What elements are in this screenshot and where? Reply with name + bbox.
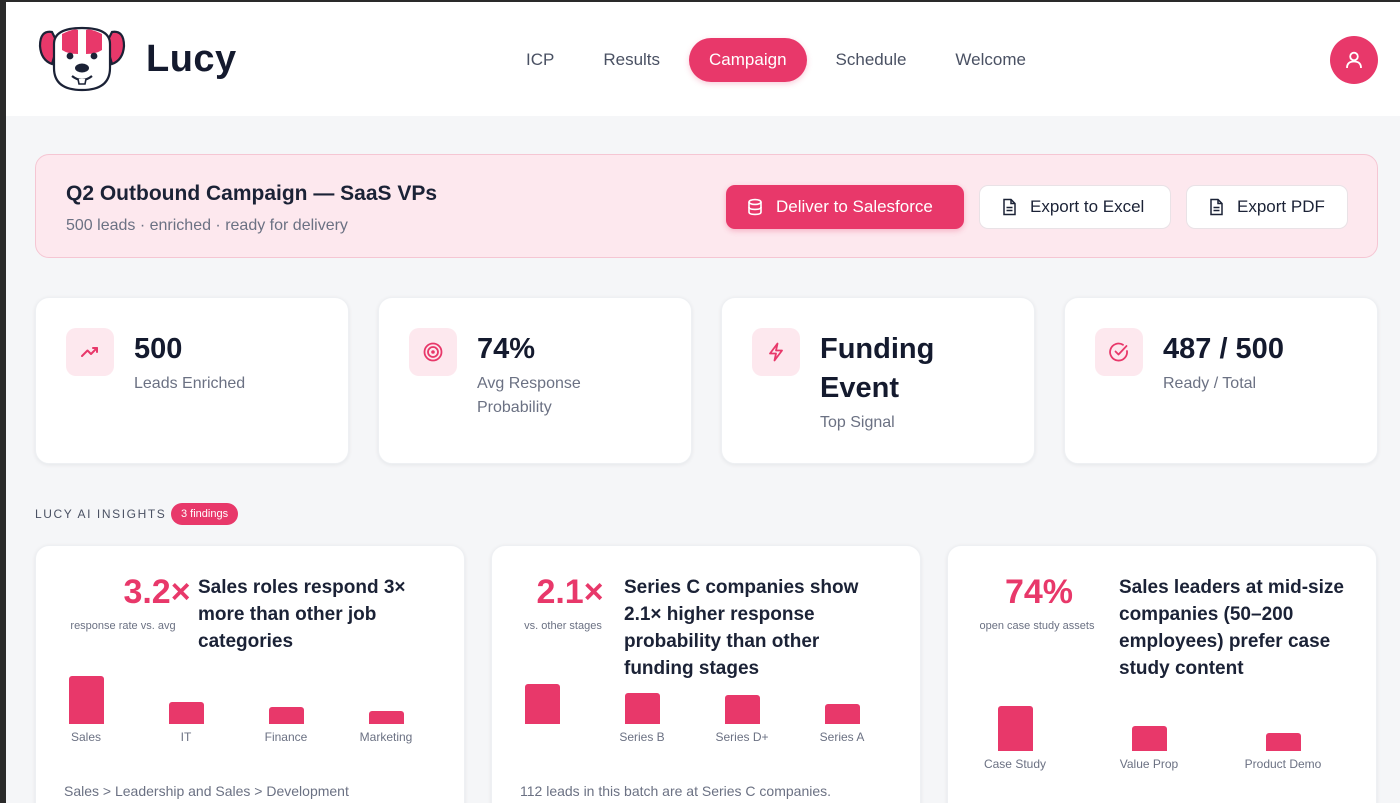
bar: [525, 684, 560, 724]
stat-value: 500: [134, 333, 183, 365]
bar: [825, 704, 860, 724]
bar-label: Product Demo: [1244, 757, 1322, 771]
user-avatar-button[interactable]: [1330, 36, 1378, 84]
campaign-banner: Q2 Outbound Campaign — SaaS VPs 500 lead…: [35, 154, 1378, 258]
top-navigation-bar: Lucy ICP Results Campaign Schedule Welco…: [6, 0, 1400, 116]
bar-label: Series D+: [715, 730, 769, 744]
bar-label: IT: [180, 730, 192, 744]
file-icon: [1207, 198, 1225, 216]
export-excel-button[interactable]: Export to Excel: [979, 185, 1171, 229]
file-icon: [1000, 198, 1018, 216]
bar-label: Case Study: [983, 757, 1047, 771]
insight-bar-chart: Series B Series D+ Series A: [492, 546, 922, 803]
bar: [269, 707, 304, 724]
bar: [725, 695, 760, 724]
deliver-label: Deliver to Salesforce: [776, 197, 933, 216]
bar-label: Sales: [70, 730, 102, 744]
stat-value: 74%: [477, 333, 536, 365]
check-circle-icon: [1095, 328, 1143, 376]
stat-value: 487 / 500: [1163, 333, 1284, 365]
trending-up-icon: [66, 328, 114, 376]
insight-card-funding-stage[interactable]: 2.1× vs. other stages Series C companies…: [491, 545, 921, 803]
stat-card-response-probability: 74% Avg Response Probability: [378, 297, 692, 464]
bar-label: Marketing: [359, 730, 413, 744]
bar: [1132, 726, 1167, 751]
bar-label: Value Prop: [1119, 757, 1179, 771]
campaign-subtitle: 500 leads · enriched · ready for deliver…: [66, 217, 348, 234]
stat-label: Avg Response Probability: [477, 375, 581, 416]
bar: [998, 706, 1033, 751]
findings-count-badge: 3 findings: [171, 503, 239, 525]
stat-card-ready-total: 487 / 500 Ready / Total: [1064, 297, 1378, 464]
tab-results[interactable]: Results: [583, 38, 680, 82]
app-name: Lucy: [146, 38, 237, 80]
insights-section-label: LUCY AI INSIGHTS: [35, 507, 167, 521]
bar: [369, 711, 404, 724]
stat-label: Leads Enriched: [134, 375, 246, 392]
stat-label: Top Signal: [820, 414, 895, 431]
database-icon: [746, 198, 764, 216]
export-excel-label: Export to Excel: [1030, 197, 1145, 216]
tab-icp[interactable]: ICP: [506, 38, 574, 82]
campaign-title: Q2 Outbound Campaign — SaaS VPs: [66, 182, 438, 205]
bar-label: Series A: [819, 730, 865, 744]
tab-campaign[interactable]: Campaign: [689, 38, 807, 82]
insight-card-content-preference[interactable]: 74% open case study assets Sales leaders…: [947, 545, 1377, 803]
bar-label: Series B: [619, 730, 665, 744]
lightning-icon: [752, 328, 800, 376]
deliver-to-salesforce-button[interactable]: Deliver to Salesforce: [726, 185, 964, 229]
insight-footnote: Sales > Leadership and Sales > Developme…: [64, 783, 349, 799]
stat-card-top-signal: Funding Event Top Signal: [721, 297, 1035, 464]
tab-schedule[interactable]: Schedule: [816, 38, 927, 82]
bar-label: Finance: [264, 730, 308, 744]
insight-bar-chart: Case Study Value Prop Product Demo: [948, 546, 1378, 803]
stat-label: Ready / Total: [1163, 375, 1257, 392]
tab-welcome[interactable]: Welcome: [935, 38, 1046, 82]
stat-card-leads-enriched: 500 Leads Enriched: [35, 297, 349, 464]
insight-card-job-roles[interactable]: 3.2× response rate vs. avg Sales roles r…: [35, 545, 465, 803]
target-icon: [409, 328, 457, 376]
bar: [69, 676, 104, 724]
insight-bar-chart: Sales IT Finance Marketing: [36, 546, 466, 803]
bar: [625, 693, 660, 724]
main-tabs: ICP Results Campaign Schedule Welcome: [506, 38, 1055, 82]
bar: [169, 702, 204, 724]
dog-logo-icon[interactable]: [38, 24, 126, 94]
window-edge: [0, 0, 6, 803]
stat-value: Funding Event: [820, 333, 935, 404]
insight-footnote: 112 leads in this batch are at Series C …: [520, 783, 832, 799]
export-pdf-label: Export PDF: [1237, 197, 1325, 216]
export-pdf-button[interactable]: Export PDF: [1186, 185, 1348, 229]
user-icon: [1346, 51, 1362, 69]
bar: [1266, 733, 1301, 751]
